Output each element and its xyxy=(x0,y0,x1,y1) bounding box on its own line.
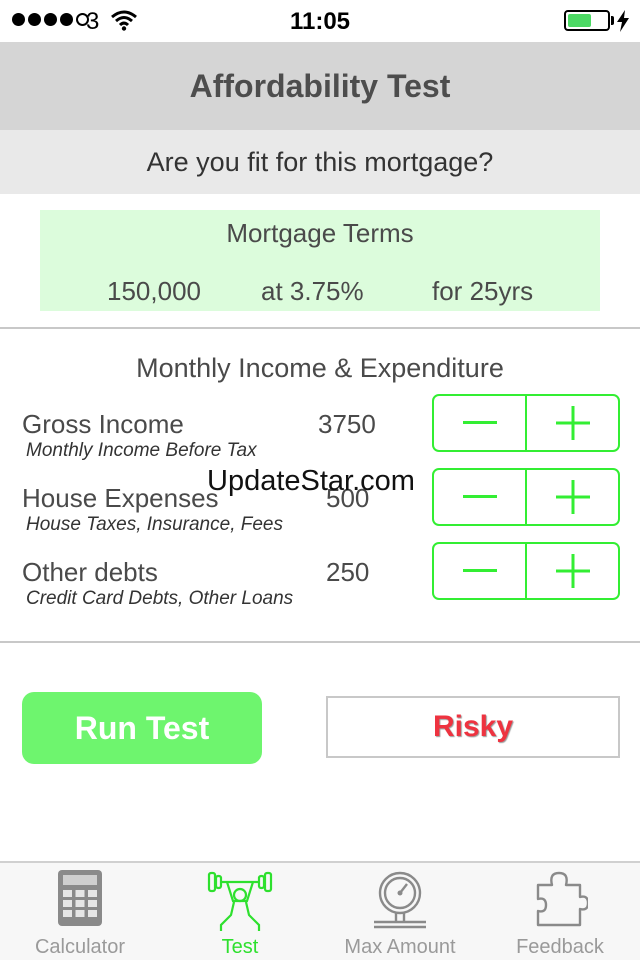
mortgage-terms-title: Mortgage Terms xyxy=(226,218,414,248)
gross-income-decrement-button[interactable] xyxy=(434,396,527,450)
gauge-icon xyxy=(320,869,480,931)
other-debts-label: Other debts xyxy=(22,557,158,587)
mortgage-rate: at 3.75% xyxy=(261,276,364,306)
run-test-button[interactable]: Run Test xyxy=(22,692,262,764)
minus-icon xyxy=(462,495,497,498)
plus-icon xyxy=(555,406,590,440)
tab-max-amount[interactable]: Max Amount xyxy=(320,863,480,960)
run-test-label: Run Test xyxy=(74,709,210,746)
house-expenses-label: House Expenses xyxy=(22,483,219,513)
tab-test[interactable]: Test xyxy=(160,863,320,960)
mortgage-terms-panel: Mortgage Terms 150,000 at 3.75% for 25yr… xyxy=(40,210,600,311)
tab-calculator-label: Calculator xyxy=(34,936,126,958)
plus-icon xyxy=(555,554,590,588)
battery-tip xyxy=(611,16,614,25)
page-subtitle: Are you fit for this mortgage? xyxy=(146,147,494,177)
house-expenses-stepper xyxy=(432,468,620,526)
test-result-label: Risky xyxy=(432,710,514,743)
status-bar: 3 11:05 xyxy=(0,0,640,42)
page-title: Affordability Test xyxy=(189,68,451,104)
other-debts-sublabel: Credit Card Debts, Other Loans xyxy=(26,588,294,609)
minus-icon xyxy=(462,569,497,572)
minus-icon xyxy=(462,421,497,424)
other-debts-stepper xyxy=(432,542,620,600)
watermark: UpdateStar.com xyxy=(207,465,415,497)
calculator-icon xyxy=(0,869,160,927)
gross-income-label: Gross Income xyxy=(22,409,184,439)
tab-feedback-label: Feedback xyxy=(516,936,604,958)
puzzle-icon xyxy=(480,869,640,929)
plus-icon xyxy=(555,480,590,514)
other-debts-value: 250 xyxy=(326,557,370,587)
mortgage-amount: 150,000 xyxy=(107,276,201,306)
house-expenses-sublabel: House Taxes, Insurance, Fees xyxy=(26,514,283,535)
gross-income-value: 3750 xyxy=(318,409,376,439)
charging-bolt-icon xyxy=(616,10,630,37)
test-result-box: Risky xyxy=(326,696,620,758)
mortgage-term-years: for 25yrs xyxy=(432,276,534,306)
gross-income-increment-button[interactable] xyxy=(527,396,618,450)
other-debts-decrement-button[interactable] xyxy=(434,544,527,598)
tab-max-amount-label: Max Amount xyxy=(344,936,456,958)
tab-calculator[interactable]: Calculator xyxy=(0,863,160,960)
tab-feedback[interactable]: Feedback xyxy=(480,863,640,960)
weightlifter-icon xyxy=(160,869,320,933)
status-time: 11:05 xyxy=(289,8,351,35)
tab-test-label: Test xyxy=(221,936,259,958)
tab-bar: Calculator Test Max Amount Feedback xyxy=(0,861,640,960)
divider xyxy=(0,641,640,643)
house-expenses-increment-button[interactable] xyxy=(527,470,618,524)
subtitle-bar: Are you fit for this mortgage? xyxy=(0,130,640,194)
income-section-title: Monthly Income & Expenditure xyxy=(136,353,504,383)
gross-income-sublabel: Monthly Income Before Tax xyxy=(26,440,257,461)
other-debts-increment-button[interactable] xyxy=(527,544,618,598)
divider xyxy=(0,327,640,329)
navigation-bar: Affordability Test xyxy=(0,42,640,130)
gross-income-stepper xyxy=(432,394,620,452)
battery-icon xyxy=(564,10,610,31)
house-expenses-decrement-button[interactable] xyxy=(434,470,527,524)
